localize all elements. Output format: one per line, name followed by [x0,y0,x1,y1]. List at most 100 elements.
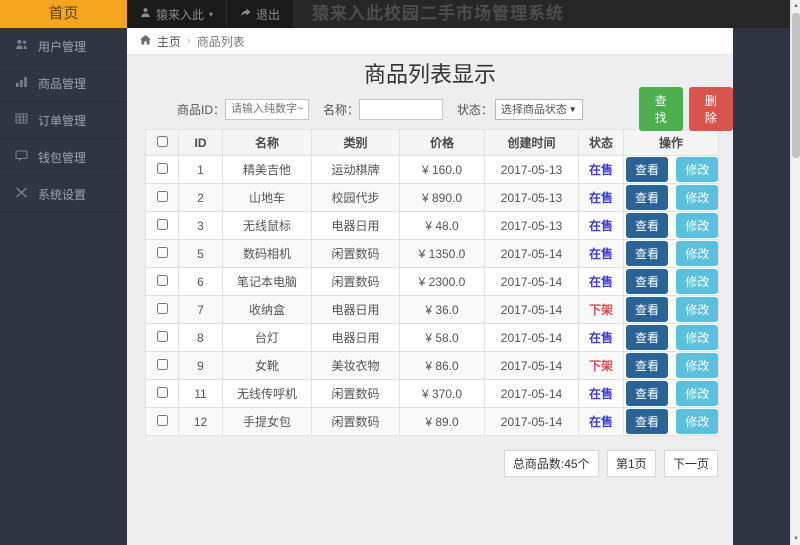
delete-button[interactable]: 删除 [688,87,733,131]
edit-button[interactable]: 修改 [676,325,718,350]
view-button[interactable]: 查看 [626,297,669,322]
cell-category: 校园代步 [311,183,400,212]
top-navbar: 首页 猿来入此 ▾ 退出 猿来入此校园二手市场管理系统 [0,0,790,28]
row-checkbox[interactable] [156,218,168,230]
product-id-input[interactable] [225,98,310,120]
user-dropdown[interactable]: 猿来入此 ▾ [127,0,228,28]
search-button[interactable]: 查找 [638,87,683,131]
table-row: 8 台灯 电器日用 ¥ 58.0 2017-05-14 在售 查看 修改 [145,323,719,352]
scrollbar[interactable]: ▲ ▼ [790,0,800,545]
view-button[interactable]: 查看 [626,269,669,294]
cell-price: ¥ 36.0 [399,295,485,324]
row-checkbox[interactable] [156,162,168,174]
table-row: 11 无线传呼机 闲置数码 ¥ 370.0 2017-05-14 在售 查看 修… [145,379,719,408]
cell-price: ¥ 2300.0 [399,267,485,296]
row-checkbox[interactable] [156,190,168,202]
cell-name: 收纳盒 [222,295,312,324]
breadcrumb: 主页 › 商品列表 [127,28,733,55]
row-checkbox[interactable] [156,246,168,258]
sidebar-item-goods[interactable]: 商品管理 [0,65,127,102]
edit-button[interactable]: 修改 [676,381,718,406]
cell-price: ¥ 58.0 [399,323,485,352]
user-menu-label: 猿来入此 [156,7,205,22]
row-checkbox[interactable] [156,414,168,426]
row-checkbox[interactable] [156,274,168,286]
total-count-badge: 总商品数:45个 [503,450,599,477]
chevron-right-icon: › [187,35,191,47]
sidebar-item-wallet[interactable]: 钱包管理 [0,139,127,176]
row-checkbox[interactable] [156,330,168,342]
view-button[interactable]: 查看 [626,185,669,210]
status-label: 在售 [588,163,613,177]
home-icon [140,34,151,48]
next-page-button[interactable]: 下一页 [663,450,718,477]
edit-button[interactable]: 修改 [676,157,718,182]
sidebar-item-users[interactable]: 用户管理 [0,28,127,65]
scroll-up-icon[interactable]: ▲ [791,0,800,12]
name-input[interactable] [359,98,444,120]
table-body: 1 精美吉他 运动棋牌 ¥ 160.0 2017-05-13 在售 查看 修改 … [145,155,719,436]
table-row: 5 数码相机 闲置数码 ¥ 1350.0 2017-05-14 在售 查看 修改 [145,239,719,268]
cell-id: 8 [178,323,223,352]
sidebar-item-label: 商品管理 [38,76,87,91]
row-checkbox[interactable] [156,386,168,398]
header-created: 创建时间 [484,129,579,156]
edit-button[interactable]: 修改 [676,213,718,238]
header-name: 名称 [222,129,312,156]
nav-home-button[interactable]: 首页 [0,0,127,28]
logout-button[interactable]: 退出 [227,0,295,28]
select-all-checkbox[interactable] [156,135,168,147]
header-id: ID [178,129,223,156]
view-button[interactable]: 查看 [626,157,669,182]
view-button[interactable]: 查看 [626,381,669,406]
cell-created: 2017-05-13 [484,155,579,184]
cell-category: 闲置数码 [311,407,400,436]
status-label: 在售 [588,275,613,289]
view-button[interactable]: 查看 [626,241,669,266]
goods-table: ID 名称 类别 价格 创建时间 状态 操作 1 精美吉他 运动棋牌 ¥ 160… [145,129,719,436]
current-page-button[interactable]: 第1页 [606,450,656,477]
sidebar-item-settings[interactable]: 系统设置 [0,176,127,213]
sidebar: 用户管理 商品管理 订单管理 钱包管理 系统设置 [0,28,127,545]
status-select[interactable]: 选择商品状态 ▼ [495,98,583,120]
breadcrumb-home[interactable]: 主页 [157,33,181,50]
view-button[interactable]: 查看 [626,353,669,378]
edit-button[interactable]: 修改 [676,241,718,266]
cell-id: 11 [178,379,223,408]
table-row: 3 无线鼠标 电器日用 ¥ 48.0 2017-05-13 在售 查看 修改 [145,211,719,240]
cell-price: ¥ 890.0 [399,183,485,212]
wallet-icon [15,149,28,165]
cell-category: 运动棋牌 [311,155,400,184]
cell-id: 12 [178,407,223,436]
view-button[interactable]: 查看 [626,409,669,434]
view-button[interactable]: 查看 [626,213,669,238]
edit-button[interactable]: 修改 [676,269,718,294]
edit-button[interactable]: 修改 [676,353,718,378]
cell-created: 2017-05-14 [484,351,579,380]
row-checkbox[interactable] [156,302,168,314]
scrollbar-thumb[interactable] [792,13,800,158]
status-label: 在售 [588,191,613,205]
header-status: 状态 [578,129,624,156]
row-checkbox[interactable] [156,358,168,370]
table-row: 6 笔记本电脑 闲置数码 ¥ 2300.0 2017-05-14 在售 查看 修… [145,267,719,296]
cell-name: 精美吉他 [222,155,312,184]
cell-name: 无线鼠标 [222,211,312,240]
cell-name: 山地车 [222,183,312,212]
view-button[interactable]: 查看 [626,325,669,350]
edit-button[interactable]: 修改 [676,297,718,322]
cell-name: 台灯 [222,323,312,352]
status-label: 在售 [588,247,613,261]
cell-price: ¥ 89.0 [399,407,485,436]
sidebar-item-orders[interactable]: 订单管理 [0,102,127,139]
cell-id: 7 [178,295,223,324]
scroll-down-icon[interactable]: ▼ [791,533,800,545]
status-select-value: 选择商品状态 [501,104,568,116]
edit-button[interactable]: 修改 [676,409,718,434]
cell-id: 2 [178,183,223,212]
table-row: 9 女靴 美妆衣物 ¥ 86.0 2017-05-14 下架 查看 修改 [145,351,719,380]
app-title: 猿来入此校园二手市场管理系统 [312,4,564,23]
edit-button[interactable]: 修改 [676,185,718,210]
shuffle-icon [15,186,28,202]
pagination: 总商品数:45个 第1页 下一页 [127,450,718,477]
